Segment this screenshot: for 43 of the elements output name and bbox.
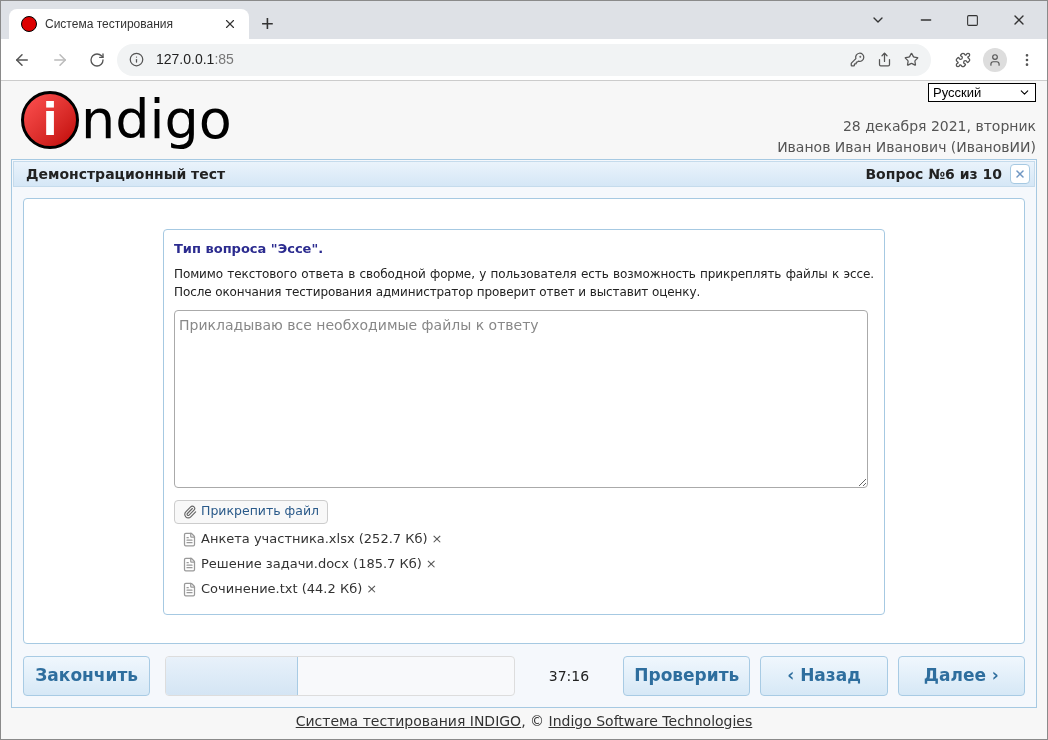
- finish-button[interactable]: Закончить: [23, 656, 151, 696]
- remove-file-button[interactable]: ×: [425, 554, 437, 574]
- key-icon[interactable]: [850, 52, 865, 67]
- date-text: 28 декабря 2021, вторник: [842, 117, 1036, 136]
- tab-title: Система тестирования: [45, 16, 174, 33]
- browser-tab[interactable]: Система тестирования: [9, 9, 249, 39]
- profile-icon[interactable]: [983, 47, 1007, 72]
- maximize-icon[interactable]: [966, 13, 979, 27]
- attach-file-button[interactable]: Прикрепить файл: [174, 499, 328, 524]
- check-button[interactable]: Проверить: [623, 656, 751, 696]
- company-link[interactable]: Indigo Software Technologies: [548, 710, 753, 732]
- language-select[interactable]: Русский: [928, 83, 1036, 102]
- paperclip-icon: [183, 504, 197, 519]
- document-icon: [182, 581, 197, 597]
- document-icon: [182, 531, 197, 547]
- copyright-text: , ©: [521, 711, 546, 731]
- attached-file-name: Анкета участника.xlsx (252.7 Кб): [201, 530, 428, 549]
- back-button[interactable]: ‹ Назад: [760, 656, 888, 696]
- new-tab-button[interactable]: +: [261, 13, 274, 35]
- star-icon[interactable]: [904, 52, 919, 67]
- question-type-title: Тип вопроса "Эссе".: [174, 240, 325, 258]
- info-icon: [129, 52, 144, 67]
- attached-file-name: Сочинение.txt (44.2 Кб): [201, 580, 363, 599]
- attached-file-name: Решение задачи.docx (185.7 Кб): [201, 555, 422, 574]
- timer-text: 37:16: [547, 666, 591, 686]
- indigo-logo: i ndigo: [21, 89, 232, 151]
- question-text: Помимо текстового ответа в свободной форме, у пользователя есть возможность прикреплять файлы к эссе. После окончания тестирования администратор проверит ответ и выставит оценку.: [174, 265, 874, 301]
- address-bar[interactable]: 127.0.0.1:85: [117, 43, 931, 76]
- next-button[interactable]: Далее ›: [897, 656, 1025, 696]
- answer-field[interactable]: Прикладываю все необходимые файлы к ответу: [174, 309, 868, 488]
- favicon-icon: [21, 16, 37, 32]
- extensions-icon[interactable]: [955, 51, 971, 68]
- user-name: Иванов Иван Иванович (ИвановИИ): [777, 138, 1036, 157]
- reload-icon[interactable]: [89, 51, 105, 68]
- remove-file-button[interactable]: ×: [431, 529, 443, 549]
- address-text: 127.0.0.1:85: [156, 50, 235, 69]
- test-title: Демонстрационный тест: [26, 164, 226, 184]
- system-link[interactable]: Система тестирования INDIGO: [295, 710, 522, 732]
- remove-file-button[interactable]: ×: [366, 579, 378, 599]
- close-icon[interactable]: [223, 17, 237, 31]
- document-icon: [182, 556, 197, 572]
- share-icon[interactable]: [877, 52, 892, 67]
- question-counter: Вопрос №6 из 10: [865, 164, 1002, 184]
